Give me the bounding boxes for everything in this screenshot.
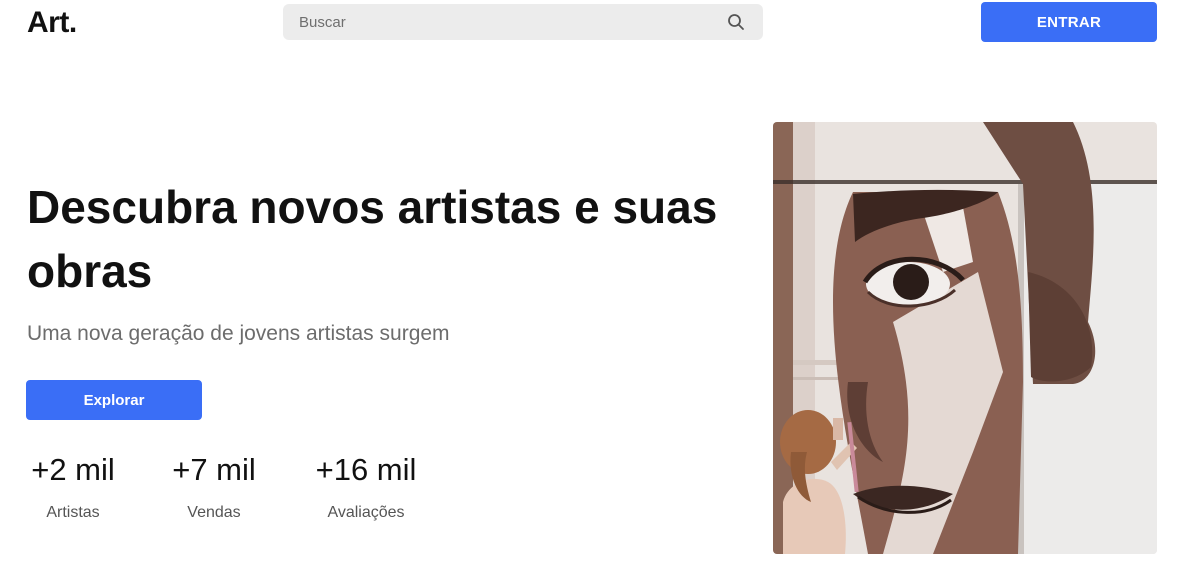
stat-label: Artistas xyxy=(46,504,100,521)
search-bar xyxy=(283,4,763,40)
explore-button[interactable]: Explorar xyxy=(26,380,202,420)
hero-subtitle: Uma nova geração de jovens artistas surg… xyxy=(27,322,450,345)
stat-label: Avaliações xyxy=(327,504,405,521)
stat-value: +7 mil xyxy=(172,452,256,487)
stat-value: +2 mil xyxy=(31,452,115,487)
stat-value: +16 mil xyxy=(315,452,417,487)
stat-label: Vendas xyxy=(187,504,241,521)
search-icon[interactable] xyxy=(727,13,745,31)
stat-reviews: +16 mil Avaliações xyxy=(310,452,422,522)
stat-sales: +7 mil Vendas xyxy=(168,452,260,522)
hero-title: Descubra novos artistas e suas obras xyxy=(27,181,718,297)
brand-logo[interactable]: Art. xyxy=(27,6,77,40)
stat-artists: +2 mil Artistas xyxy=(27,452,119,522)
hero-artwork-image xyxy=(773,122,1157,554)
search-input[interactable] xyxy=(283,4,723,40)
login-button[interactable]: ENTRAR xyxy=(981,2,1157,42)
